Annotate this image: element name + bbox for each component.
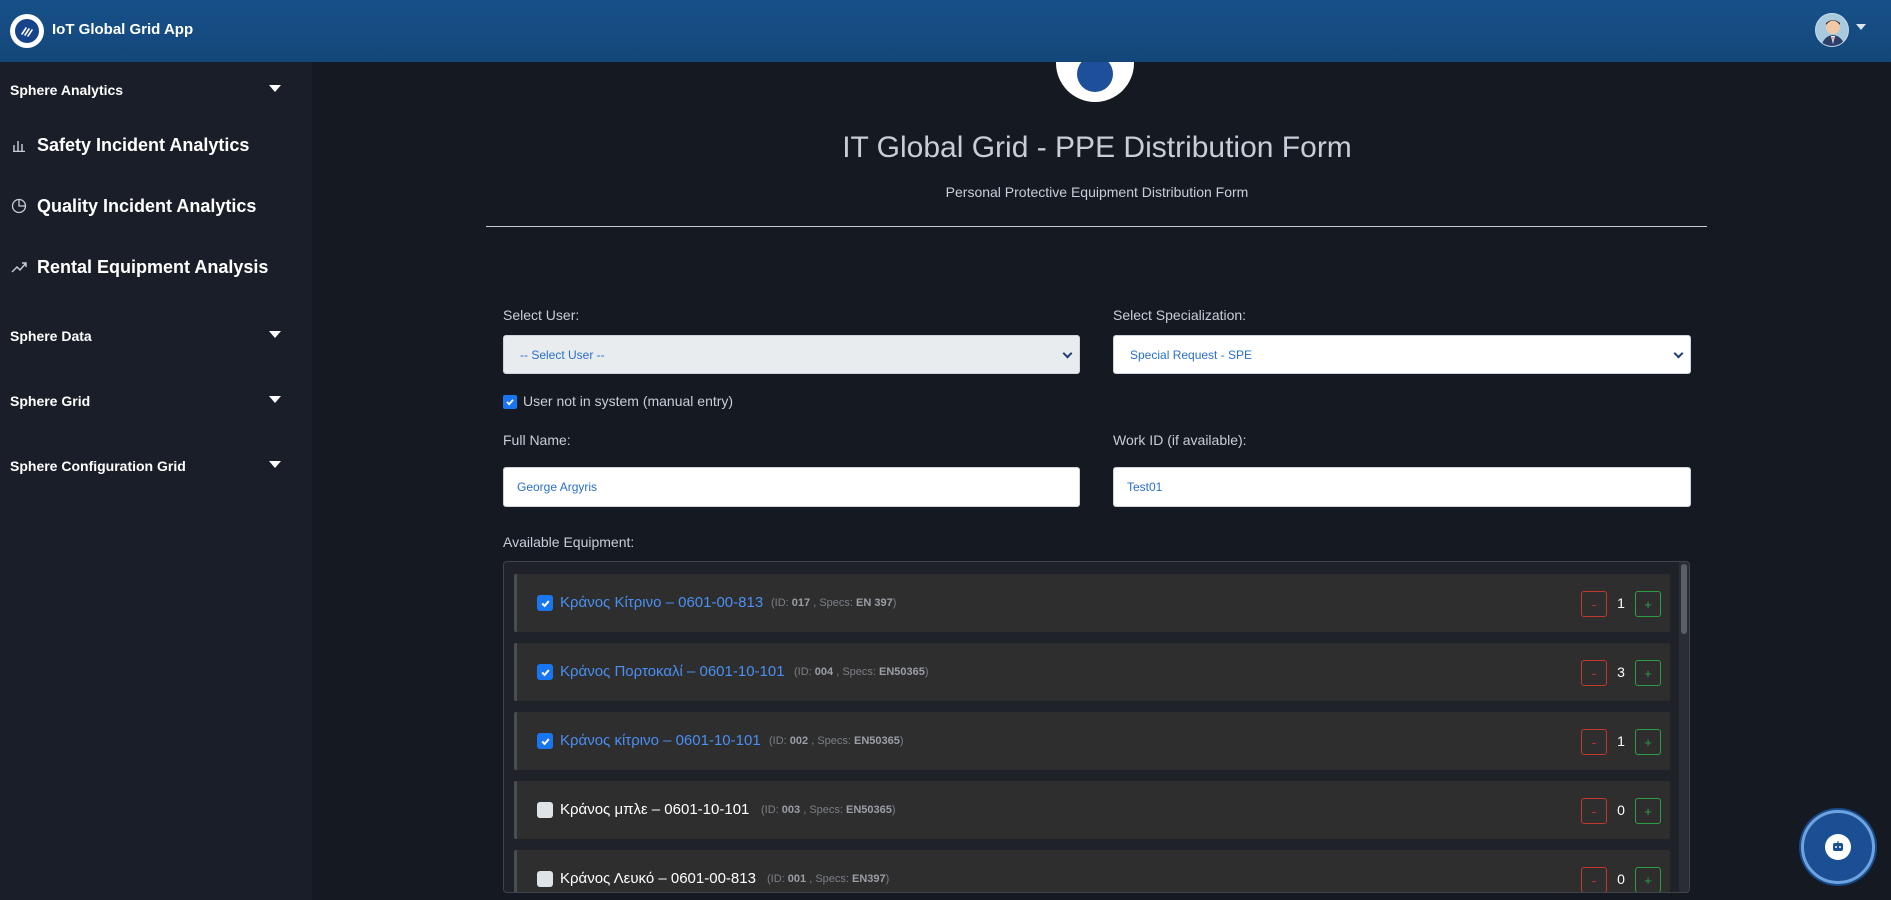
top-header: IoT Global Grid App — [0, 0, 1891, 62]
sidebar-section-label: Sphere Grid — [10, 393, 91, 409]
work-id-input[interactable]: Test01 — [1113, 467, 1691, 507]
select-user-dropdown[interactable]: -- Select User -- — [503, 335, 1080, 374]
select-specialization-label: Select Specialization: — [1113, 307, 1247, 323]
list-item: Κράνος Κίτρινο – 0601-00-813 (ID: 017 , … — [514, 574, 1670, 632]
equipment-meta: (ID: 003 , Specs: EN50365) — [761, 804, 896, 816]
decrease-quantity-button[interactable]: - — [1581, 798, 1607, 824]
caret-down-icon — [269, 331, 281, 338]
chevron-down-icon — [1673, 348, 1684, 359]
sidebar-item-label: Quality Incident Analytics — [37, 195, 257, 216]
list-item: Κράνος Λευκό – 0601-00-813 (ID: 001 , Sp… — [514, 850, 1670, 892]
decrease-quantity-button[interactable]: - — [1581, 729, 1607, 755]
caret-down-icon — [269, 396, 281, 403]
equipment-checkbox[interactable] — [537, 733, 553, 749]
sidebar-section-sphere-grid[interactable]: Sphere Grid — [10, 389, 290, 413]
caret-down-icon — [269, 461, 281, 468]
sidebar-section-sphere-analytics[interactable]: Sphere Analytics — [10, 78, 290, 102]
equipment-name[interactable]: Κράνος Πορτοκαλί – 0601-10-101 — [560, 663, 785, 680]
increase-quantity-button[interactable]: + — [1635, 729, 1661, 755]
available-equipment-label: Available Equipment: — [503, 534, 635, 550]
page-title: IT Global Grid - PPE Distribution Form — [842, 131, 1352, 164]
sidebar-section-label: Sphere Configuration Grid — [10, 458, 186, 474]
sidebar-item-rental-equipment-analysis[interactable]: Rental Equipment Analysis — [10, 252, 300, 282]
equipment-meta: (ID: 017 , Specs: EN 397) — [771, 597, 897, 609]
quantity-value: 1 — [1617, 733, 1625, 749]
divider — [486, 226, 1707, 227]
equipment-checkbox[interactable] — [537, 802, 553, 818]
quantity-value: 3 — [1617, 664, 1625, 680]
equipment-meta: (ID: 004 , Specs: EN50365) — [794, 666, 929, 678]
brand-logo-icon — [1056, 62, 1134, 102]
caret-down-icon — [269, 85, 281, 92]
page-subtitle: Personal Protective Equipment Distributi… — [945, 184, 1249, 200]
sidebar-section-label: Sphere Data — [10, 328, 92, 344]
list-item: Κράνος κίτρινο – 0601-10-101 (ID: 002 , … — [514, 712, 1670, 770]
select-specialization-dropdown[interactable]: Special Request - SPE — [1113, 335, 1691, 374]
decrease-quantity-button[interactable]: - — [1581, 867, 1607, 892]
scrollbar-thumb[interactable] — [1681, 564, 1687, 634]
manual-entry-checkbox[interactable] — [503, 395, 517, 409]
equipment-list[interactable]: Κράνος Κίτρινο – 0601-00-813 (ID: 017 , … — [503, 561, 1690, 893]
decrease-quantity-button[interactable]: - — [1581, 660, 1607, 686]
manual-entry-label[interactable]: User not in system (manual entry) — [523, 393, 733, 409]
list-item: Κράνος μπλε – 0601-10-101 (ID: 003 , Spe… — [514, 781, 1670, 839]
trending-up-icon — [10, 258, 28, 276]
increase-quantity-button[interactable]: + — [1635, 660, 1661, 686]
grid-logo-icon[interactable] — [10, 14, 44, 48]
user-menu-caret-icon[interactable] — [1856, 24, 1866, 30]
bar-chart-icon — [10, 136, 28, 154]
equipment-checkbox[interactable] — [537, 595, 553, 611]
full-name-value: George Argyris — [517, 480, 598, 494]
decrease-quantity-button[interactable]: - — [1581, 591, 1607, 617]
quantity-value: 0 — [1617, 802, 1625, 818]
increase-quantity-button[interactable]: + — [1635, 867, 1661, 892]
quantity-value: 1 — [1617, 595, 1625, 611]
chat-bot-icon — [1825, 834, 1851, 860]
increase-quantity-button[interactable]: + — [1635, 798, 1661, 824]
increase-quantity-button[interactable]: + — [1635, 591, 1661, 617]
sidebar: Sphere Analytics Safety Incident Analyti… — [0, 62, 312, 900]
work-id-value: Test01 — [1127, 480, 1163, 494]
sidebar-item-safety-incident-analytics[interactable]: Safety Incident Analytics — [10, 130, 300, 160]
equipment-checkbox[interactable] — [537, 871, 553, 887]
equipment-name[interactable]: Κράνος Κίτρινο – 0601-00-813 — [560, 594, 763, 611]
chat-bot-button[interactable] — [1801, 810, 1875, 884]
equipment-meta: (ID: 002 , Specs: EN50365) — [769, 735, 904, 747]
sidebar-item-label: Safety Incident Analytics — [37, 134, 250, 155]
equipment-name[interactable]: Κράνος Λευκό – 0601-00-813 — [560, 870, 756, 887]
chevron-down-icon — [1062, 348, 1073, 359]
select-specialization-value: Special Request - SPE — [1130, 347, 1253, 362]
full-name-label: Full Name: — [503, 432, 571, 448]
equipment-scrollbar[interactable] — [1679, 562, 1689, 892]
equipment-meta: (ID: 001 , Specs: EN397) — [767, 873, 890, 885]
list-item: Κράνος Πορτοκαλί – 0601-10-101 (ID: 004 … — [514, 643, 1670, 701]
select-user-value: -- Select User -- — [520, 347, 605, 362]
sidebar-item-label: Rental Equipment Analysis — [37, 256, 269, 277]
work-id-label: Work ID (if available): — [1113, 432, 1247, 448]
select-user-label: Select User: — [503, 307, 580, 323]
equipment-checkbox[interactable] — [537, 664, 553, 680]
equipment-name[interactable]: Κράνος κίτρινο – 0601-10-101 — [560, 732, 761, 749]
pie-chart-icon — [10, 197, 28, 215]
user-avatar-icon[interactable] — [1815, 13, 1849, 47]
sidebar-section-sphere-configuration-grid[interactable]: Sphere Configuration Grid — [10, 454, 290, 478]
sidebar-item-quality-incident-analytics[interactable]: Quality Incident Analytics — [10, 191, 300, 221]
app-title[interactable]: IoT Global Grid App — [52, 21, 193, 38]
quantity-value: 0 — [1617, 871, 1625, 887]
sidebar-section-label: Sphere Analytics — [10, 82, 124, 98]
sidebar-section-sphere-data[interactable]: Sphere Data — [10, 324, 290, 348]
full-name-input[interactable]: George Argyris — [503, 467, 1080, 507]
main-content: IT Global Grid - PPE Distribution Form P… — [312, 62, 1891, 900]
equipment-name[interactable]: Κράνος μπλε – 0601-10-101 — [560, 801, 749, 818]
